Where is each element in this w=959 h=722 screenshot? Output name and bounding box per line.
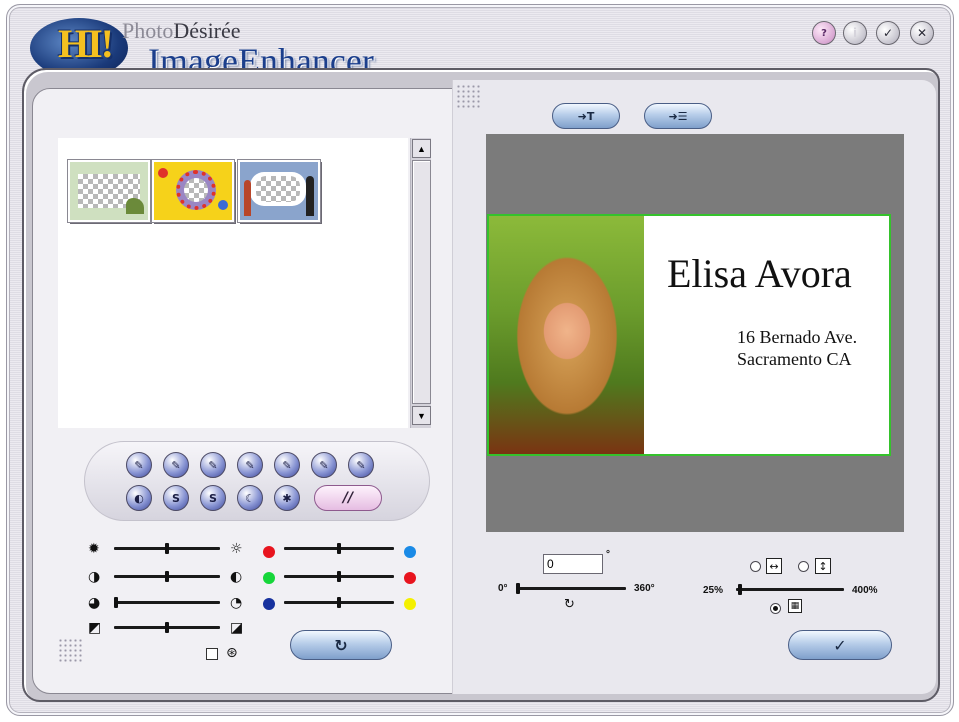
- pencil-tool-2[interactable]: ✎: [163, 452, 189, 478]
- rotation-slider-knob[interactable]: [516, 583, 520, 594]
- brush-tool-2[interactable]: ✎: [274, 452, 300, 478]
- card-name: Elisa Avora: [667, 251, 852, 296]
- fit-height-icon: ↕: [815, 558, 831, 574]
- brush-tool-1[interactable]: ✎: [237, 452, 263, 478]
- ok-window-button[interactable]: ✓: [876, 21, 900, 45]
- gamma-low-icon: ◕: [88, 595, 101, 611]
- moon-tool[interactable]: ☾: [237, 485, 263, 511]
- contrast-slider-knob[interactable]: [165, 571, 169, 582]
- red-color-dot: [263, 546, 275, 558]
- grip-dots-bottom: [58, 638, 82, 662]
- actual-size-radio[interactable]: [770, 603, 781, 614]
- auto-adjust-checkbox[interactable]: [206, 648, 218, 660]
- rotation-input[interactable]: 0: [543, 554, 603, 574]
- navy-color-dot: [263, 598, 275, 610]
- brightness-slider-knob[interactable]: [165, 543, 169, 554]
- zoom-min-label: 25%: [703, 585, 724, 596]
- card-address-line2: Sacramento CA: [737, 349, 852, 369]
- rotation-min-label: 0°: [498, 583, 508, 594]
- line-tool[interactable]: //: [314, 485, 382, 511]
- fit-width-radio[interactable]: [750, 561, 761, 572]
- card-address: 16 Bernado Ave. Sacramento CA: [737, 326, 857, 370]
- apply-button[interactable]: ✓: [788, 630, 892, 660]
- effect-tool[interactable]: ✱: [274, 485, 300, 511]
- pencil-tool-3[interactable]: ✎: [200, 452, 226, 478]
- rotate-icon[interactable]: ↻: [564, 598, 575, 611]
- color-tool[interactable]: ◐: [126, 485, 152, 511]
- scroll-up-button[interactable]: ▲: [412, 139, 431, 158]
- card-address-line1: 16 Bernado Ave.: [737, 327, 858, 347]
- brush-tool-4[interactable]: ✎: [348, 452, 374, 478]
- red-color-dot-right: [404, 572, 416, 584]
- sharpness-high-icon: ◪: [230, 620, 244, 636]
- gamma-high-icon: ◔: [230, 595, 243, 611]
- contrast-high-icon: ◐: [230, 569, 243, 585]
- sharpness-slider-knob[interactable]: [165, 622, 169, 633]
- zoom-slider-knob[interactable]: [738, 584, 742, 595]
- blue-color-dot: [404, 546, 416, 558]
- business-card-preview[interactable]: Elisa Avora 16 Bernado Ave. Sacramento C…: [487, 214, 891, 456]
- stamp-tool-2[interactable]: S: [200, 485, 226, 511]
- fit-width-icon: ↔: [766, 558, 782, 574]
- rotation-slider[interactable]: [516, 587, 626, 590]
- red-blue-slider-knob[interactable]: [337, 543, 341, 554]
- rotation-max-label: 360°: [634, 583, 655, 594]
- app-window: HI! PhotoDésirée ImageEnhancer ? i ✓ ✕ ▲…: [0, 0, 959, 722]
- pencil-tool-1[interactable]: ✎: [126, 452, 152, 478]
- zoom-slider[interactable]: [736, 588, 844, 591]
- gamma-slider-knob[interactable]: [114, 597, 118, 608]
- frame-list-scrollbar[interactable]: ▲ ▼: [410, 138, 431, 428]
- help-button[interactable]: ?: [812, 21, 836, 45]
- close-button[interactable]: ✕: [910, 21, 934, 45]
- grip-dots-top: [456, 84, 480, 108]
- scroll-down-button[interactable]: ▼: [412, 406, 431, 425]
- reset-button[interactable]: ↻: [290, 630, 392, 660]
- scroll-thumb[interactable]: [412, 160, 431, 404]
- export-list-button[interactable]: ➜☰: [644, 103, 712, 129]
- stamp-tool-1[interactable]: S: [163, 485, 189, 511]
- steering-icon: ⊛: [226, 645, 238, 661]
- export-text-button[interactable]: ➜T: [552, 103, 620, 129]
- degree-symbol: °: [606, 549, 610, 560]
- brush-tool-3[interactable]: ✎: [311, 452, 337, 478]
- brightness-high-icon: ☼: [230, 541, 243, 557]
- thumbnail-yellow-frame[interactable]: [151, 159, 235, 223]
- blue-yellow-slider-knob[interactable]: [337, 597, 341, 608]
- thumbnail-checker-frame[interactable]: [67, 159, 151, 223]
- logo-text: HI!: [58, 21, 114, 66]
- zoom-max-label: 400%: [852, 585, 878, 596]
- sharpness-low-icon: ◩: [88, 620, 102, 636]
- gamma-slider[interactable]: [114, 601, 220, 604]
- card-photo: [489, 216, 644, 454]
- info-button[interactable]: i: [843, 21, 867, 45]
- brightness-low-icon: ✹: [88, 541, 100, 557]
- yellow-color-dot: [404, 598, 416, 610]
- contrast-low-icon: ◑: [88, 569, 101, 585]
- green-color-dot: [263, 572, 275, 584]
- fit-height-radio[interactable]: [798, 561, 809, 572]
- thumbnail-people-frame[interactable]: [237, 159, 321, 223]
- page-icon: ▦: [788, 599, 802, 613]
- green-red-slider-knob[interactable]: [337, 571, 341, 582]
